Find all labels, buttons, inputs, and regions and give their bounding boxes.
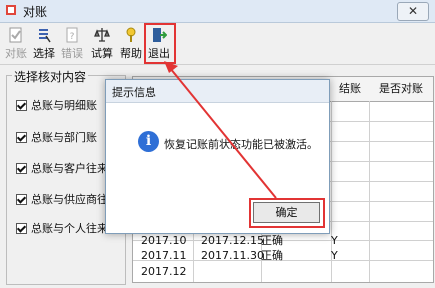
reconcile-window: 对账 ✕ 对账 选择 ? 错误 试算 帮助 退出 选择核对内容 总账与明细账 总… (0, 0, 435, 288)
annotation-arrow-icon (164, 61, 277, 199)
